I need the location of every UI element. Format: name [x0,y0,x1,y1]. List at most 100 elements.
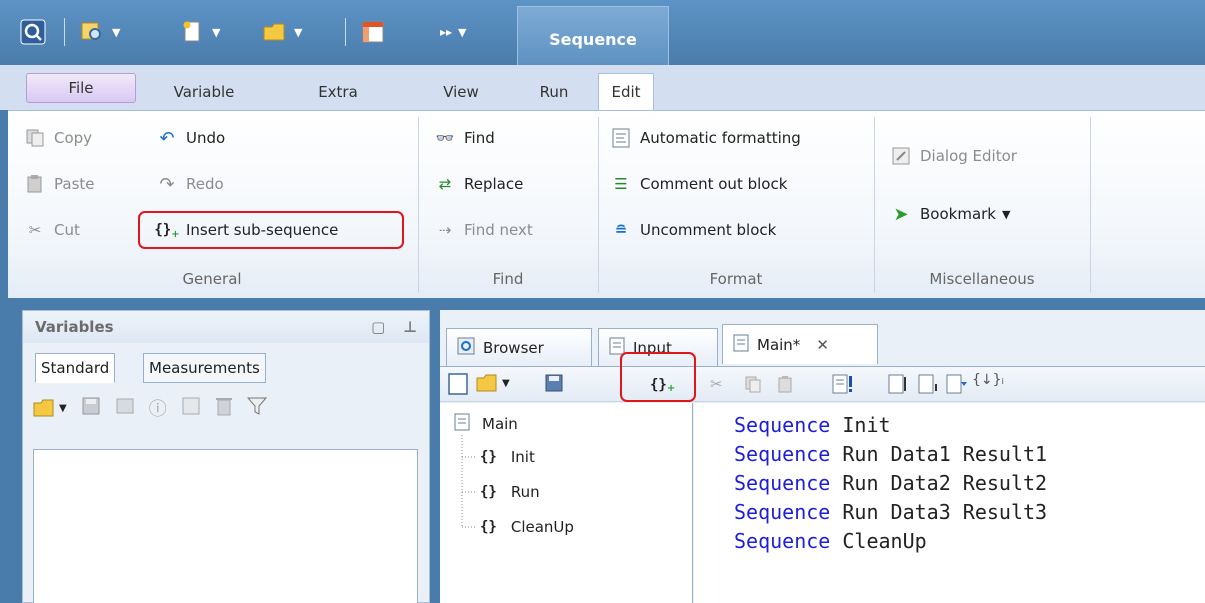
step-icon[interactable] [946,374,968,394]
outdent-icon[interactable] [918,374,940,394]
bookmark-label: Bookmark [920,205,996,223]
folder-icon[interactable]: ▼ [33,398,67,418]
copy-icon [24,127,46,149]
redo-icon: ↷ [159,173,175,195]
tree-node-init[interactable]: {} Init [480,448,535,466]
dialog-editor-label: Dialog Editor [920,147,1017,165]
highlight-toolbar-insert-sub-sequence [620,352,696,402]
paste-button[interactable]: Paste [24,169,95,199]
chevron-down-icon: ▼ [1002,207,1011,221]
tab-edit[interactable]: Edit [598,73,654,110]
quick-table-button[interactable] [360,18,386,46]
image-icon[interactable] [115,396,135,420]
context-tab-sequence[interactable]: Sequence [517,6,669,65]
indent-icon[interactable] [888,374,910,394]
tab-variable[interactable]: Variable [164,75,244,109]
variables-list[interactable] [33,449,418,603]
paste-label: Paste [54,175,95,193]
quick-open-button[interactable]: ▼ [262,18,302,46]
automatic-formatting-button[interactable]: Automatic formatting [610,123,801,153]
pin-icon[interactable]: ⊥ [403,318,417,336]
copy-icon[interactable] [744,375,762,393]
format-document-icon [610,127,632,149]
maximize-icon[interactable]: ▢ [371,318,385,336]
new-file-icon [183,21,200,42]
tab-browser[interactable]: Browser [446,328,592,366]
tab-run[interactable]: Run [530,75,578,109]
comment-out-block-label: Comment out block [640,175,788,193]
tab-measurements[interactable]: Measurements [143,353,266,383]
new-document-icon[interactable] [446,372,470,396]
copy-label: Copy [54,129,93,147]
tab-standard[interactable]: Standard [35,353,116,383]
code-editor[interactable]: Sequence Init Sequence Run Data1 Result1 S… [694,403,1205,603]
scissors-icon[interactable]: ✂ [710,375,723,393]
delete-icon[interactable] [215,396,233,420]
group-label-find: Find [492,270,524,288]
undo-label: Undo [186,129,226,147]
browser-icon [457,337,475,359]
code-line: Sequence Run Data1 Result1 [734,442,1048,466]
quick-search-button[interactable]: ▼ [80,18,120,46]
filter-icon[interactable] [246,396,267,420]
find-next-button[interactable]: ⇢ Find next [434,215,533,245]
replace-icon: ⇄ [438,175,452,193]
code-line: Sequence Run Data2 Result2 [734,471,1048,495]
close-icon[interactable]: ✕ [816,336,829,354]
copy-button[interactable]: Copy [24,123,92,153]
replace-button[interactable]: ⇄ Replace [434,169,524,199]
save-icon[interactable] [81,396,101,420]
paste-icon [24,173,46,195]
tree-node-main[interactable]: Main [454,413,518,435]
variables-panel-title: Variables [35,318,114,336]
find-button[interactable]: 👓 Find [434,123,495,153]
workspace: Variables ▢ ⊥ Standard Measurements ▼ ⓘ … [0,298,1205,603]
uncomment-block-button[interactable]: ≘ Uncomment block [610,215,777,245]
cut-label: Cut [54,221,80,239]
undo-button[interactable]: ↶ Undo [156,123,225,153]
uncomment-block-label: Uncomment block [640,221,777,239]
editor-toolbar: ▼ {} + ✂ {↓}ᵢ [440,366,1205,402]
undo-icon: ↶ [159,127,175,149]
sequence-icon: {} [480,519,497,535]
bookmark-icon: ➤ [893,203,909,225]
uncomment-block-icon: ≘ [614,221,628,239]
search-tool-icon [81,22,101,40]
redo-button[interactable]: ↷ Redo [156,169,223,199]
info-icon[interactable]: ⓘ [149,395,167,421]
group-label-miscellaneous: Miscellaneous [929,270,1035,288]
tree-node-run[interactable]: {} Run [480,483,540,501]
find-label: Find [464,129,495,147]
bookmark-button[interactable]: ➤ Bookmark ▼ [890,199,1010,229]
save-icon[interactable] [544,373,564,393]
paste-icon[interactable] [776,375,794,393]
group-label-format: Format [709,270,763,288]
variables-toolbar: ▼ ⓘ [33,391,267,425]
replace-label: Replace [464,175,524,193]
folder-icon[interactable]: ▼ [476,372,510,394]
code-line: Sequence Init [734,413,891,437]
scissors-icon: ✂ [28,221,42,239]
sequence-tree: Main {} Init {} Run {} CleanUp [440,403,693,603]
dialog-editor-button[interactable]: Dialog Editor [890,141,1017,171]
document-icon [454,413,470,435]
editor-panel: Browser Input Main* ✕ ▼ {} + ✂ {↓}ᵢ Main… [440,310,1205,603]
table-icon [362,21,384,43]
automatic-formatting-label: Automatic formatting [640,129,801,147]
tab-view[interactable]: View [436,75,486,109]
tab-main[interactable]: Main* ✕ [722,324,878,364]
tree-node-cleanup[interactable]: {} CleanUp [480,518,574,536]
app-menu-button[interactable] [20,18,46,46]
grid-icon[interactable] [181,396,201,420]
find-next-icon: ⇢ [438,221,452,239]
quick-new-button[interactable]: ▼ [180,18,220,46]
ribbon-tabs: File Variable Extra View Run Edit [0,65,1205,110]
format-run-icon[interactable] [832,374,854,394]
step-into-icon[interactable]: {↓}ᵢ [972,372,1004,388]
cut-button[interactable]: ✂ Cut [24,215,80,245]
tab-extra[interactable]: Extra [308,75,368,109]
tab-file[interactable]: File [26,73,136,103]
comment-out-block-button[interactable]: ☰ Comment out block [610,169,787,199]
ribbon-panel: Copy Paste ✂ Cut ↶ Undo ↷ Redo {} + Insert su… [8,110,1205,298]
quick-access-more-button[interactable]: ▸▸ ▼ [440,18,467,46]
